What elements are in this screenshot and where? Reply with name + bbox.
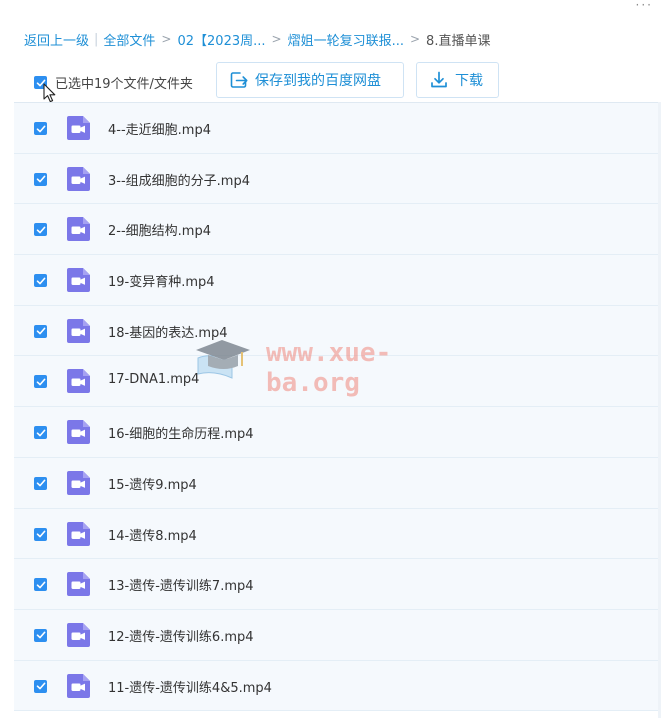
file-checkbox[interactable]	[34, 122, 47, 135]
download-button[interactable]: 下载	[416, 62, 499, 98]
save-to-netdisk-button[interactable]: 保存到我的百度网盘	[216, 62, 404, 98]
video-file-icon	[67, 217, 90, 242]
video-file-icon	[67, 268, 90, 293]
file-name[interactable]: 15-遗传9.mp4	[108, 474, 197, 493]
breadcrumb-back-link[interactable]: 返回上一级	[24, 30, 89, 49]
breadcrumb-item-course-folder[interactable]: 熠姐一轮复习联报...	[288, 30, 404, 49]
file-row[interactable]: 17-DNA1.mp4	[14, 356, 661, 408]
video-file-icon	[67, 622, 90, 647]
file-row[interactable]: 15-遗传9.mp4	[14, 457, 661, 509]
file-name[interactable]: 4--走近细胞.mp4	[108, 119, 211, 138]
file-row[interactable]: 14-遗传8.mp4	[14, 508, 661, 560]
download-icon	[431, 71, 447, 88]
video-file-icon	[67, 521, 90, 546]
download-button-label: 下载	[455, 73, 483, 89]
video-file-icon	[67, 116, 90, 140]
toolbar: 已选中19个文件/文件夹 保存到我的百度网盘 下载	[24, 62, 644, 103]
file-checkbox[interactable]	[34, 628, 47, 642]
breadcrumb: 返回上一级 | 全部文件 > 02【2023周... > 熠姐一轮复习联报...…	[24, 29, 490, 49]
breadcrumb-divider: |	[94, 31, 99, 47]
checkmark-icon	[36, 378, 45, 386]
file-row[interactable]: 4--走近细胞.mp4	[14, 103, 661, 154]
breadcrumb-separator-icon: >	[271, 32, 282, 46]
breadcrumb-item-folder-2023[interactable]: 02【2023周...	[177, 30, 265, 49]
file-name[interactable]: 17-DNA1.mp4	[108, 372, 199, 387]
more-icon[interactable]: ···	[636, 0, 653, 12]
file-row[interactable]: 18-基因的表达.mp4	[14, 305, 661, 357]
breadcrumb-item-all-files[interactable]: 全部文件	[103, 30, 155, 49]
file-row[interactable]: 19-变异育种.mp4	[14, 255, 661, 306]
checkmark-icon	[36, 429, 45, 437]
selection-count-text: 已选中19个文件/文件夹	[55, 77, 193, 92]
file-row[interactable]: 12-遗传-遗传训练6.mp4	[14, 609, 661, 661]
file-name[interactable]: 18-基因的表达.mp4	[108, 322, 228, 341]
file-checkbox[interactable]	[34, 274, 47, 288]
file-checkbox[interactable]	[34, 426, 47, 440]
file-row[interactable]: 3--组成细胞的分子.mp4	[14, 153, 661, 205]
breadcrumb-separator-icon: >	[161, 32, 172, 46]
checkmark-icon	[36, 530, 45, 538]
file-name[interactable]: 2--细胞结构.mp4	[108, 220, 211, 239]
file-checkbox[interactable]	[34, 679, 47, 693]
file-name[interactable]: 12-遗传-遗传训练6.mp4	[108, 626, 254, 645]
file-list: 4--走近细胞.mp4 3--组成细胞的分子.mp4 2--细胞结构.mp4 19-变…	[14, 102, 661, 723]
checkmark-icon	[36, 327, 45, 335]
file-name[interactable]: 16-细胞的生命历程.mp4	[108, 423, 254, 442]
file-row[interactable]: 16-细胞的生命历程.mp4	[14, 407, 661, 458]
file-checkbox[interactable]	[34, 527, 47, 541]
file-checkbox[interactable]	[34, 223, 47, 237]
file-name[interactable]: 13-遗传-遗传训练7.mp4	[108, 575, 254, 594]
file-checkbox[interactable]	[34, 578, 47, 592]
file-row[interactable]: 11-遗传-遗传训练4&5.mp4	[14, 660, 661, 712]
checkmark-icon	[36, 479, 45, 487]
file-checkbox[interactable]	[34, 476, 47, 490]
breadcrumb-separator-icon: >	[409, 32, 421, 46]
video-file-icon	[67, 470, 90, 495]
video-file-icon	[67, 318, 90, 343]
top-bar: ···	[0, 0, 661, 16]
checkmark-icon	[36, 226, 45, 234]
video-file-icon	[67, 166, 90, 191]
checkmark-icon	[36, 175, 45, 183]
file-row[interactable]: 2--细胞结构.mp4	[14, 204, 661, 256]
checkmark-icon	[36, 682, 45, 690]
checkmark-icon	[36, 631, 45, 639]
file-checkbox[interactable]	[34, 324, 47, 338]
video-file-icon	[67, 673, 90, 698]
file-name[interactable]: 3--组成细胞的分子.mp4	[108, 170, 250, 189]
video-file-icon	[67, 369, 90, 394]
save-button-label: 保存到我的百度网盘	[255, 73, 381, 89]
checkmark-icon	[36, 125, 45, 132]
file-name[interactable]: 19-变异育种.mp4	[108, 271, 215, 290]
file-name[interactable]: 14-遗传8.mp4	[108, 525, 197, 544]
file-row[interactable]: 13-遗传-遗传训练7.mp4	[14, 559, 661, 610]
file-checkbox[interactable]	[34, 172, 47, 186]
checkmark-icon	[36, 581, 45, 589]
file-checkbox[interactable]	[34, 375, 47, 389]
save-to-cloud-icon	[230, 72, 248, 88]
file-name[interactable]: 11-遗传-遗传训练4&5.mp4	[108, 677, 272, 696]
video-file-icon	[67, 572, 90, 597]
breadcrumb-current: 8.直播单课	[426, 33, 491, 49]
video-file-icon	[67, 420, 90, 445]
checkmark-icon	[36, 277, 45, 284]
